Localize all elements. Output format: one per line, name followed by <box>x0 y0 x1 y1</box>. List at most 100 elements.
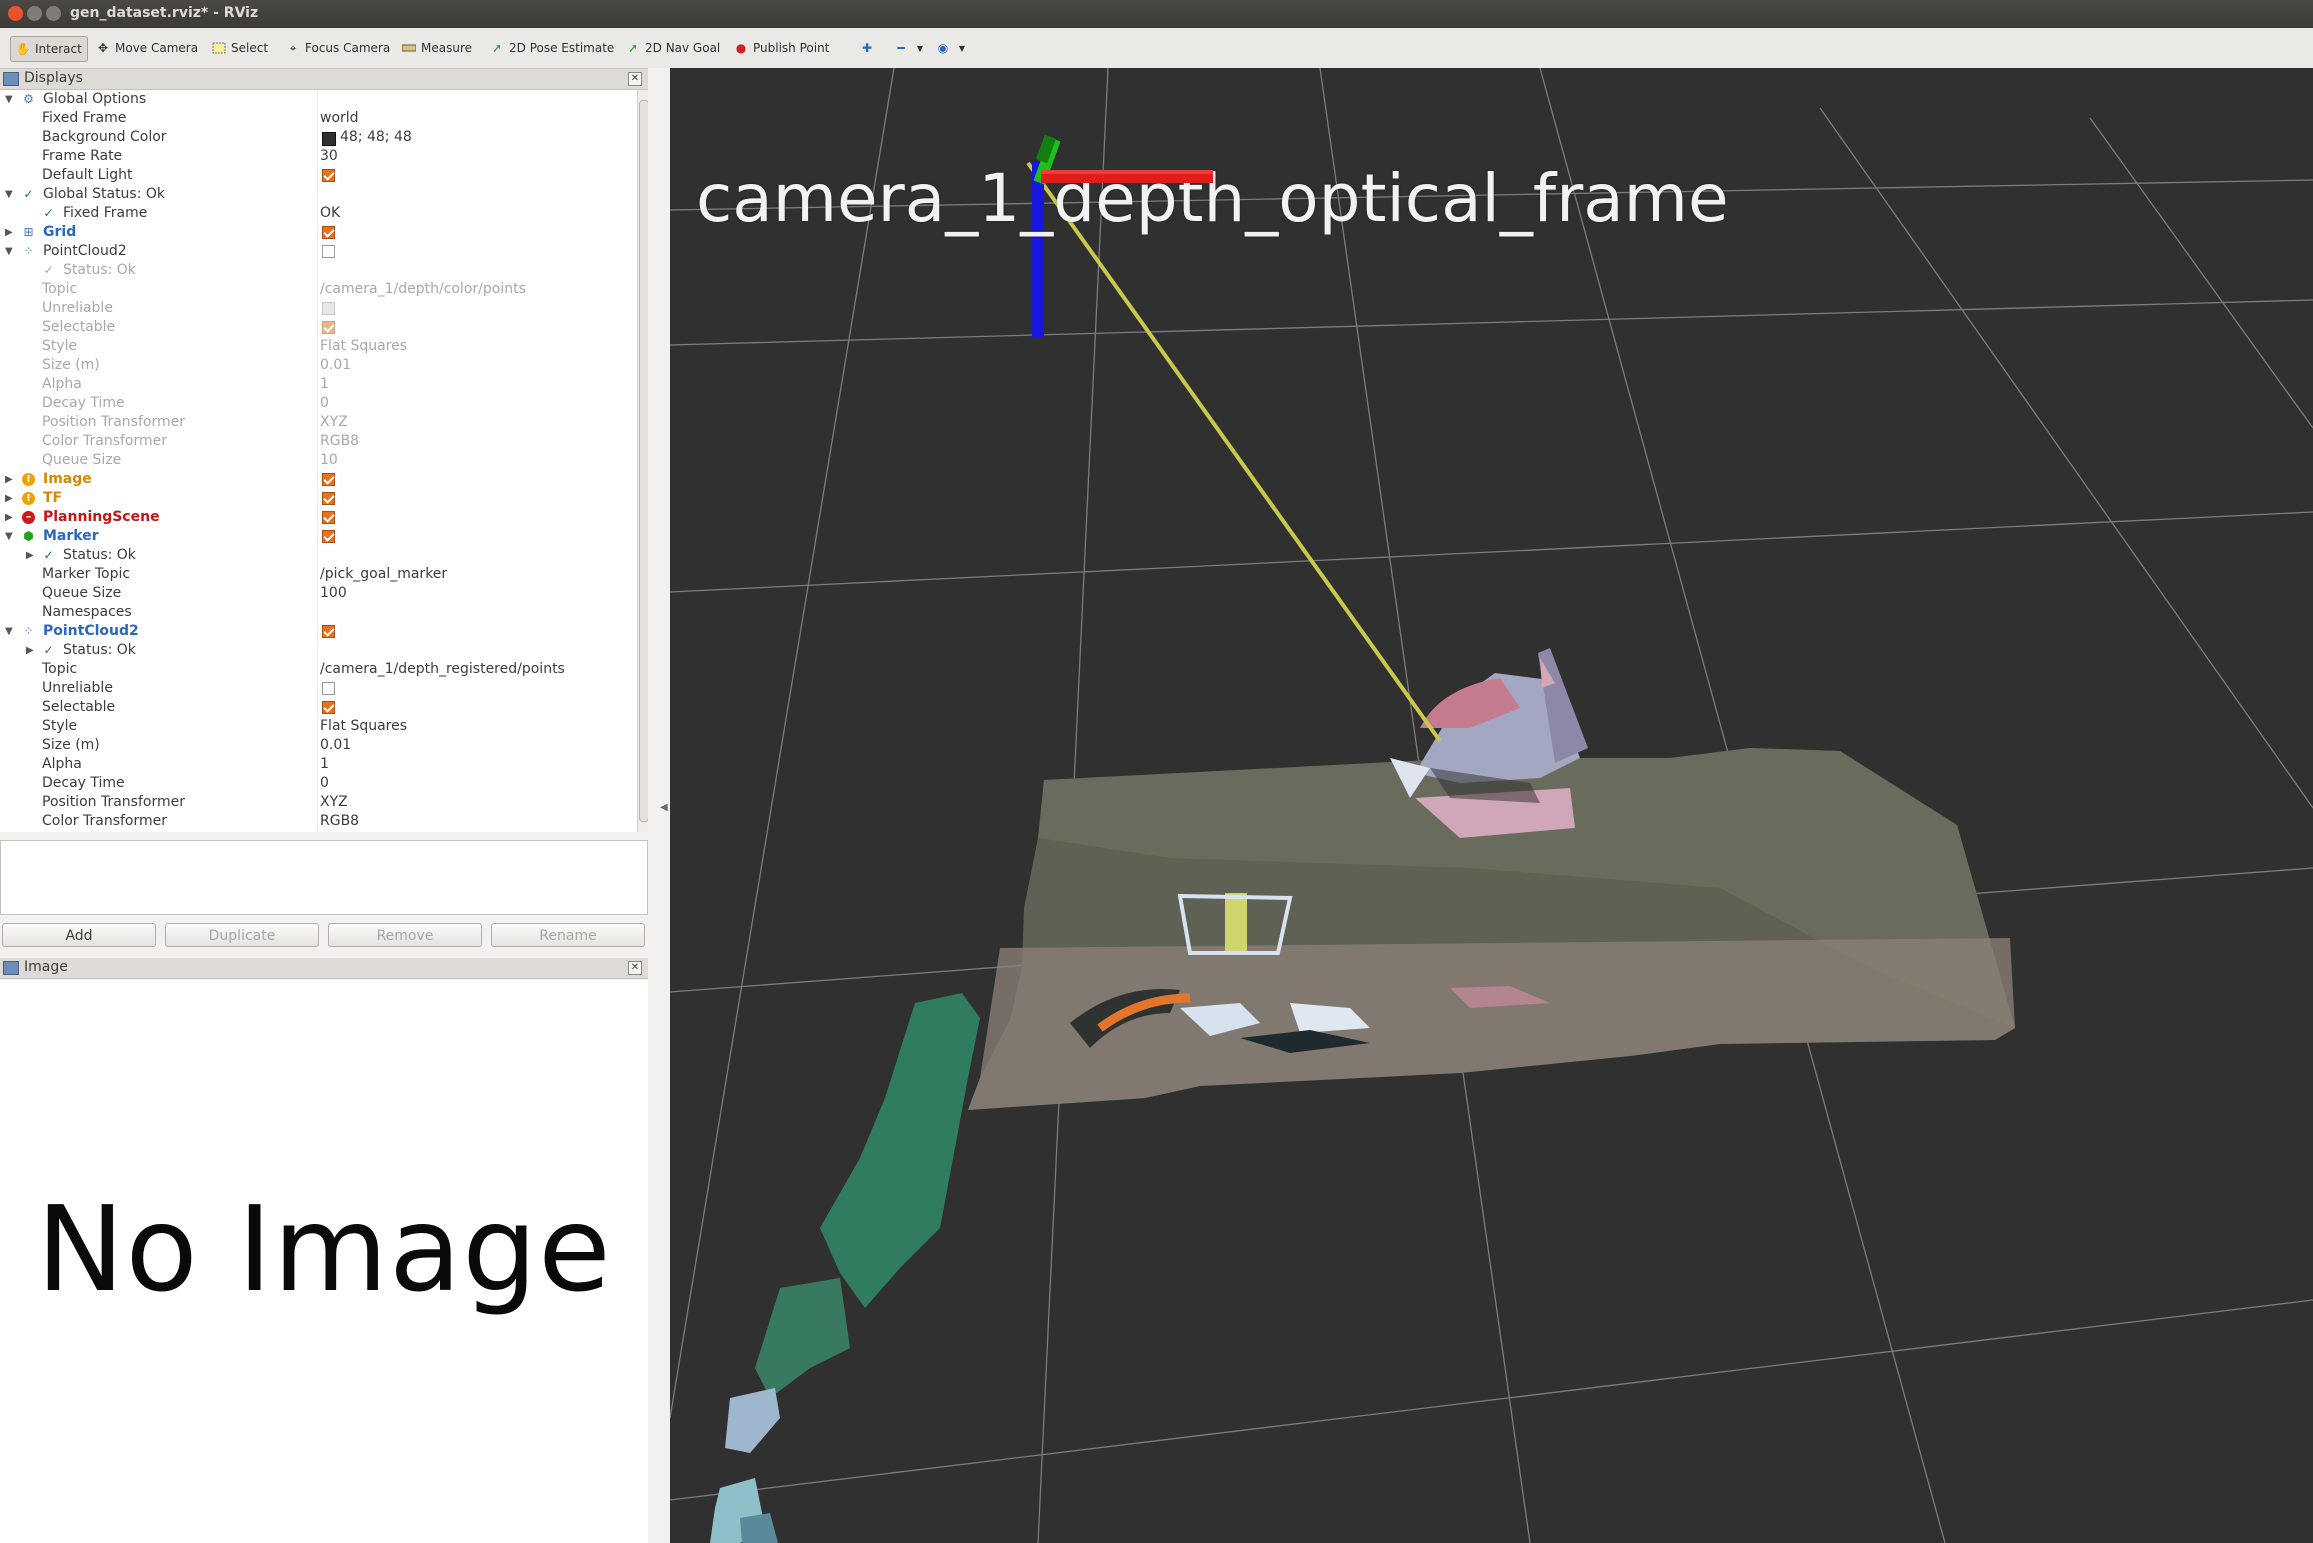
expand-arrow-icon[interactable]: ▶ <box>26 641 36 660</box>
tool-properties-menu-button[interactable]: ◉ ▼ <box>936 36 969 60</box>
tf-enabled-checkbox[interactable] <box>322 492 335 505</box>
tree-row-fixed-frame-status[interactable]: ✓ Fixed Frame OK <box>0 204 637 223</box>
row-value[interactable]: 1 <box>320 755 329 774</box>
tree-row-pointcloud2-status[interactable]: ▶ ✓ Status: Ok <box>0 641 637 660</box>
row-value[interactable]: 0.01 <box>320 736 351 755</box>
tree-row-selectable[interactable]: Selectable <box>0 318 637 337</box>
add-tool-button[interactable]: ✚ <box>860 36 874 60</box>
tree-row-marker-topic[interactable]: Marker Topic /pick_goal_marker <box>0 565 637 584</box>
tree-row-status[interactable]: ✓ Status: Ok <box>0 261 637 280</box>
tree-row-global-options[interactable]: ▼ ⚙ Global Options <box>0 90 637 109</box>
row-value[interactable]: XYZ <box>320 413 348 432</box>
row-value[interactable]: /camera_1/depth/color/points <box>320 280 526 299</box>
pointcloud2-enabled-checkbox[interactable] <box>322 245 335 258</box>
expand-arrow-icon[interactable]: ▶ <box>5 470 15 489</box>
row-value[interactable]: Flat Squares <box>320 337 407 356</box>
row-value[interactable]: 30 <box>320 147 338 166</box>
row-value[interactable]: 100 <box>320 584 347 603</box>
tree-row-unreliable[interactable]: Unreliable <box>0 679 637 698</box>
close-window-button[interactable] <box>8 6 23 21</box>
row-value[interactable]: 0.01 <box>320 356 351 375</box>
color-swatch[interactable] <box>322 132 336 146</box>
tree-row-alpha[interactable]: Alpha 1 <box>0 375 637 394</box>
tree-row-grid[interactable]: ▶ ⊞ Grid <box>0 223 637 242</box>
row-value[interactable]: 1 <box>320 375 329 394</box>
tree-row-selectable[interactable]: Selectable <box>0 698 637 717</box>
3d-render-viewport[interactable]: camera_1_depth_optical_frame <box>670 68 2313 1543</box>
rename-display-button[interactable]: Rename <box>491 923 645 947</box>
tree-row-pointcloud2[interactable]: ▼ ⁘ PointCloud2 <box>0 622 637 641</box>
focus-camera-tool-button[interactable]: ⌖ Focus Camera <box>286 36 391 60</box>
panel-splitter[interactable]: ◀ <box>648 68 670 1543</box>
pose-estimate-tool-button[interactable]: ➚ 2D Pose Estimate <box>490 36 614 60</box>
tree-row-namespaces[interactable]: Namespaces <box>0 603 637 622</box>
publish-point-tool-button[interactable]: ● Publish Point <box>734 36 830 60</box>
tree-row-image[interactable]: ▶ ! Image <box>0 470 637 489</box>
tree-row-frame-rate[interactable]: Frame Rate 30 <box>0 147 637 166</box>
tree-row-queue-size[interactable]: Queue Size 10 <box>0 451 637 470</box>
tree-row-color-transformer[interactable]: Color Transformer RGB8 <box>0 812 637 831</box>
row-value[interactable]: 0 <box>320 394 329 413</box>
pointcloud2-enabled-checkbox[interactable] <box>322 625 335 638</box>
row-value[interactable]: 10 <box>320 451 338 470</box>
nav-goal-tool-button[interactable]: ➚ 2D Nav Goal <box>626 36 720 60</box>
row-value[interactable]: 48; 48; 48 <box>340 128 412 147</box>
marker-enabled-checkbox[interactable] <box>322 530 335 543</box>
row-value[interactable]: Flat Squares <box>320 717 407 736</box>
default-light-checkbox[interactable] <box>322 169 335 182</box>
close-icon[interactable]: ✕ <box>628 961 642 975</box>
tree-row-position-transformer[interactable]: Position Transformer XYZ <box>0 413 637 432</box>
tree-row-marker[interactable]: ▼ ⬢ Marker <box>0 527 637 546</box>
tree-row-topic[interactable]: Topic /camera_1/depth/color/points <box>0 280 637 299</box>
tree-row-size[interactable]: Size (m) 0.01 <box>0 736 637 755</box>
row-value[interactable]: /pick_goal_marker <box>320 565 447 584</box>
tree-row-fixed-frame[interactable]: Fixed Frame world <box>0 109 637 128</box>
tree-row-default-light[interactable]: Default Light <box>0 166 637 185</box>
tree-row-topic[interactable]: Topic /camera_1/depth_registered/points <box>0 660 637 679</box>
measure-tool-button[interactable]: Measure <box>402 36 472 60</box>
selectable-checkbox[interactable] <box>322 701 335 714</box>
tree-row-decay-time[interactable]: Decay Time 0 <box>0 394 637 413</box>
remove-display-button[interactable]: Remove <box>328 923 482 947</box>
tree-row-global-status[interactable]: ▼ ✓ Global Status: Ok <box>0 185 637 204</box>
tree-row-unreliable[interactable]: Unreliable <box>0 299 637 318</box>
row-value[interactable]: XYZ <box>320 793 348 812</box>
add-display-button[interactable]: Add <box>2 923 156 947</box>
tree-row-style[interactable]: Style Flat Squares <box>0 337 637 356</box>
expand-arrow-icon[interactable]: ▶ <box>5 489 15 508</box>
tree-row-marker-queue-size[interactable]: Queue Size 100 <box>0 584 637 603</box>
expand-arrow-icon[interactable]: ▶ <box>5 508 15 527</box>
tree-row-background-color[interactable]: Background Color 48; 48; 48 <box>0 128 637 147</box>
expand-arrow-icon[interactable]: ▶ <box>26 546 36 565</box>
tree-row-position-transformer[interactable]: Position Transformer XYZ <box>0 793 637 812</box>
collapse-arrow-icon[interactable]: ▼ <box>5 242 15 261</box>
selectable-checkbox[interactable] <box>322 321 335 334</box>
expand-arrow-icon[interactable]: ▶ <box>5 223 15 242</box>
unreliable-checkbox[interactable] <box>322 682 335 695</box>
row-value[interactable]: /camera_1/depth_registered/points <box>320 660 565 679</box>
grid-enabled-checkbox[interactable] <box>322 226 335 239</box>
image-enabled-checkbox[interactable] <box>322 473 335 486</box>
tree-row-color-transformer[interactable]: Color Transformer RGB8 <box>0 432 637 451</box>
tree-row-marker-status[interactable]: ▶ ✓ Status: Ok <box>0 546 637 565</box>
row-value[interactable]: RGB8 <box>320 812 359 831</box>
close-icon[interactable]: ✕ <box>628 72 642 86</box>
maximize-window-button[interactable] <box>46 6 61 21</box>
tree-row-size[interactable]: Size (m) 0.01 <box>0 356 637 375</box>
collapse-arrow-icon[interactable]: ▼ <box>5 185 15 204</box>
tree-row-alpha[interactable]: Alpha 1 <box>0 755 637 774</box>
tree-row-tf[interactable]: ▶ ! TF <box>0 489 637 508</box>
move-camera-tool-button[interactable]: ✥ Move Camera <box>96 36 198 60</box>
tree-row-style[interactable]: Style Flat Squares <box>0 717 637 736</box>
planning-scene-enabled-checkbox[interactable] <box>322 511 335 524</box>
row-value[interactable]: 0 <box>320 774 329 793</box>
row-value[interactable]: world <box>320 109 359 128</box>
select-tool-button[interactable]: Select <box>212 36 268 60</box>
collapse-arrow-icon[interactable]: ▼ <box>5 90 15 109</box>
tree-row-pointcloud2-disabled[interactable]: ▼ ⁘ PointCloud2 <box>0 242 637 261</box>
remove-tool-menu-button[interactable]: ━ ▼ <box>894 36 927 60</box>
tree-row-planning-scene[interactable]: ▶ – PlanningScene <box>0 508 637 527</box>
row-value[interactable]: RGB8 <box>320 432 359 451</box>
unreliable-checkbox[interactable] <box>322 302 335 315</box>
tree-row-decay-time[interactable]: Decay Time 0 <box>0 774 637 793</box>
